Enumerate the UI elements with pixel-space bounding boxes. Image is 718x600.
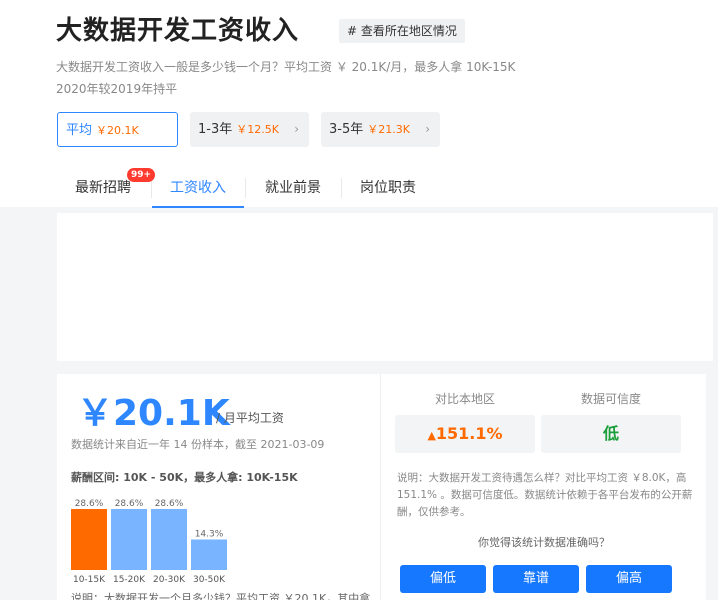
salary-distribution-chart: 28.6% 10-15K 28.6% 15-20K 28.6% 20-30K 14.3% 30… xyxy=(71,499,227,585)
salary-card: ￥20.1K / 月平均工资 数据统计来自近一年 14 份样本，截至 2021-… xyxy=(57,374,380,600)
stat-average[interactable]: 平均 ￥20.1K xyxy=(57,112,178,147)
category-label: 20-30K xyxy=(153,575,186,585)
bar-30-50K xyxy=(191,539,227,570)
new-jobs-badge: 99+ xyxy=(127,168,156,182)
tab-prospects[interactable]: 就业前景 xyxy=(246,168,340,208)
category-label: 15-20K xyxy=(113,575,146,585)
compare-local-label: 对比本地区 xyxy=(434,392,495,406)
tab-duties[interactable]: 岗位职责 xyxy=(342,168,434,208)
arrow-up-icon: ▲ xyxy=(427,429,436,442)
vote-high-button[interactable]: 偏高 xyxy=(586,565,672,593)
stat-1-3-years[interactable]: 1-3年 ￥12.5K › xyxy=(190,112,309,147)
stat-3-5-years[interactable]: 3-5年 ￥21.3K › xyxy=(321,112,440,147)
bar-value-label: 28.6% xyxy=(155,499,184,509)
bar-value-label: 28.6% xyxy=(115,499,144,509)
stat-label: 1-3年 xyxy=(198,122,233,137)
sample-info: 数据统计来自近一年 14 份样本，截至 2021-03-09 xyxy=(71,438,325,451)
tab-salary[interactable]: 工资收入 xyxy=(152,168,244,208)
bar-20-30K xyxy=(151,508,187,570)
compare-local-value: ▲151.1% xyxy=(395,415,535,453)
vote-low-button[interactable]: 偏低 xyxy=(400,565,486,593)
bar-value-label: 28.6% xyxy=(75,499,104,509)
top-panel: 大数据开发工资收入 # 查看所在地区情况 大数据开发工资收入一般是多少钱一个月？… xyxy=(0,0,718,208)
stat-label: 3-5年 xyxy=(329,122,364,137)
stat-value: ￥20.1K xyxy=(96,124,139,137)
stat-value: ￥21.3K xyxy=(367,123,410,136)
summary-line-1: 大数据开发工资收入一般是多少钱一个月？平均工资 ￥ 20.1K/月，最多人拿 1… xyxy=(56,60,516,74)
credibility-value: 低 xyxy=(541,415,681,453)
bar-10-15K xyxy=(71,508,107,570)
page-title: 大数据开发工资收入 xyxy=(56,16,300,46)
vote-accurate-button[interactable]: 靠谱 xyxy=(493,565,579,593)
salary-range: 薪酬区间: 10K - 50K，最多人拿: 10K-15K xyxy=(71,471,298,484)
category-label: 10-15K xyxy=(73,575,106,585)
summary-text: 大数据开发工资收入一般是多少钱一个月？平均工资 ￥ 20.1K/月，最多人拿 1… xyxy=(56,56,576,100)
ad-placeholder xyxy=(57,213,713,361)
compare-note: 说明：大数据开发工资待遇怎么样？对比平均工资 ￥8.0K，高 151.1% 。数… xyxy=(397,472,693,518)
compare-percent: 151.1% xyxy=(435,424,503,443)
category-label: 30-50K xyxy=(193,575,226,585)
view-region-button[interactable]: # 查看所在地区情况 xyxy=(339,19,465,43)
chevron-right-icon: › xyxy=(294,122,299,136)
bar-15-20K xyxy=(111,508,147,570)
stat-value: ￥12.5K xyxy=(236,123,279,136)
accuracy-question: 你觉得该统计数据准确吗？ xyxy=(478,536,610,549)
credibility-label: 数据可信度 xyxy=(580,392,641,406)
stat-label: 平均 xyxy=(66,123,93,138)
chevron-right-icon: › xyxy=(425,122,430,136)
bar-value-label: 14.3% xyxy=(195,529,224,539)
average-salary: ￥20.1K xyxy=(77,393,230,434)
average-salary-label: / 月平均工资 xyxy=(216,411,284,425)
salary-note: 说明：大数据开发一个月多少钱？平均工资 ￥20.1K，其中拿 xyxy=(71,592,371,600)
compare-card: 对比本地区 数据可信度 ▲151.1% 低 说明：大数据开发工资待遇怎么样？对比… xyxy=(380,374,706,600)
summary-line-2: 2020年较2019年持平 xyxy=(56,82,178,96)
